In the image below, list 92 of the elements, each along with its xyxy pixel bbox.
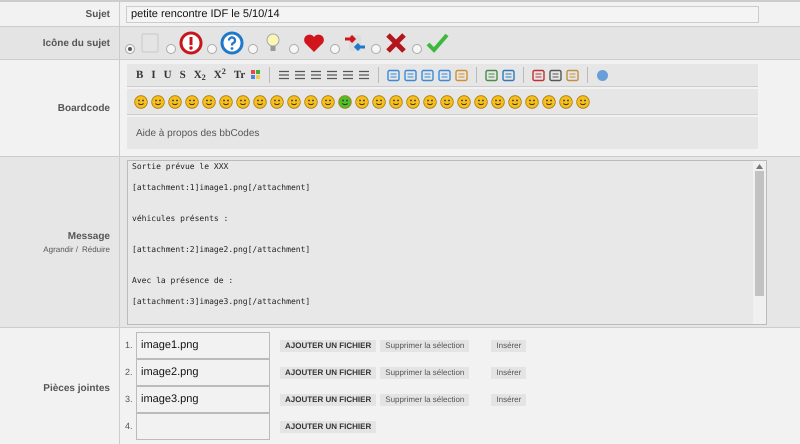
radio-button[interactable] [412, 44, 422, 54]
format-button[interactable]: U [162, 66, 174, 84]
remove-selection-button[interactable]: Supprimer la sélection [380, 340, 470, 352]
row-number: 2. [125, 366, 134, 379]
question-icon [220, 31, 244, 55]
smiley-icon[interactable] [219, 94, 233, 108]
field-label: Sujet [86, 8, 110, 22]
format-button[interactable]: B [134, 66, 146, 84]
smiley-icon[interactable] [151, 94, 165, 108]
list-icon[interactable] [294, 69, 306, 81]
subject-field[interactable]: petite rencontre IDF le 5/10/14 [126, 6, 759, 22]
remove-selection-button[interactable]: Supprimer la sélection [380, 394, 470, 406]
row-number: 3. [125, 392, 134, 406]
field-label: Pièces jointes [43, 382, 110, 396]
format-button[interactable]: X$^{2}$ [212, 66, 228, 84]
smiley-icon[interactable] [440, 94, 454, 108]
radio-button[interactable] [248, 44, 258, 54]
radio-button[interactable] [330, 44, 340, 54]
smiley-icon[interactable] [168, 94, 182, 108]
smiley-icon[interactable] [474, 94, 488, 108]
radio-button[interactable] [289, 44, 299, 54]
field-label: Message [68, 230, 110, 244]
message-text: Sortie prévue le XXX [attachment:1]image1.png[/attachment] véhicules présents : [attachment:2]image2.png[/attachment] Avec la présence de : [attachment:3]image3.png[/attachment] [131, 161, 312, 308]
smiley-icon[interactable] [338, 94, 352, 108]
field-label: Icône du sujet [42, 36, 110, 50]
toolbar-icon[interactable] [532, 68, 546, 82]
smiley-icon[interactable] [525, 94, 539, 108]
smiley-icon[interactable] [406, 94, 420, 108]
smiley-icon[interactable] [389, 94, 403, 108]
list-icon[interactable] [310, 69, 322, 81]
list-icon[interactable] [326, 69, 338, 81]
smiley-icon[interactable] [559, 94, 573, 108]
filename-field[interactable]: image1.png [136, 332, 270, 359]
scroll-up-arrow-icon[interactable] [756, 164, 763, 169]
toolbar-icon[interactable] [502, 68, 516, 82]
scrollbar[interactable] [753, 161, 766, 324]
toolbar-icon[interactable] [387, 68, 400, 82]
toolbar-icon[interactable] [485, 68, 498, 82]
smiley-icon[interactable] [423, 94, 437, 108]
check-icon [425, 31, 449, 55]
list-icon[interactable] [358, 69, 370, 81]
cross-icon [384, 31, 408, 55]
add-file-button[interactable]: AJOUTER UN FICHIER [280, 394, 376, 406]
reduce-link[interactable]: Réduire [82, 244, 110, 256]
filename-field[interactable]: image2.png [136, 359, 270, 386]
smiley-icon[interactable] [542, 94, 556, 108]
smiley-icon[interactable] [508, 94, 522, 108]
smiley-icon[interactable] [304, 94, 318, 108]
smiley-icon[interactable] [321, 94, 335, 108]
help-link[interactable]: Aide à propos des bbCodes [136, 126, 260, 140]
insert-button[interactable]: Insérer [491, 366, 526, 378]
radio-button[interactable] [207, 44, 217, 54]
exclamation-icon [179, 31, 203, 55]
format-button[interactable]: I [149, 66, 158, 84]
radio-button[interactable] [371, 44, 381, 54]
smiley-icon[interactable] [202, 94, 216, 108]
smiley-icon[interactable] [491, 94, 505, 108]
remove-selection-button[interactable]: Supprimer la sélection [380, 366, 470, 378]
add-file-button[interactable]: AJOUTER UN FICHIER [280, 340, 376, 352]
toolbar-icon[interactable] [421, 68, 434, 82]
insert-button[interactable]: Insérer [491, 340, 526, 352]
toolbar-icon[interactable] [438, 68, 452, 82]
list-icon[interactable] [342, 69, 354, 81]
enlarge-link[interactable]: Agrandir / [43, 244, 78, 256]
format-button[interactable]: Tr [232, 66, 248, 84]
list-icon[interactable] [278, 69, 290, 81]
smiley-icon[interactable] [372, 94, 386, 108]
smiley-icon[interactable] [287, 94, 301, 108]
radio-button[interactable] [125, 44, 135, 54]
insert-button[interactable]: Insérer [491, 394, 526, 406]
format-button[interactable]: S [178, 66, 188, 84]
smiley-icon[interactable] [457, 94, 471, 108]
format-button[interactable]: X$_{2}$ [192, 66, 208, 84]
smiley-icon[interactable] [236, 94, 250, 108]
filename-field[interactable] [136, 413, 270, 440]
row-number: 1. [125, 338, 134, 352]
toolbar-icon[interactable] [404, 68, 418, 82]
smiley-icon[interactable] [185, 94, 199, 108]
add-file-button[interactable]: AJOUTER UN FICHIER [280, 420, 376, 432]
smiley-icon[interactable] [355, 94, 369, 108]
smiley-icon[interactable] [270, 94, 284, 108]
smiley-icon[interactable] [134, 94, 148, 108]
filename-field[interactable]: image3.png [136, 386, 270, 413]
field-label: Boardcode [58, 102, 110, 116]
toolbar-icon[interactable] [549, 68, 562, 82]
add-file-button[interactable]: AJOUTER UN FICHIER [280, 366, 376, 378]
smiley-icon[interactable] [576, 94, 590, 108]
smiley-icon[interactable] [253, 94, 267, 108]
row-number: 4. [125, 420, 134, 433]
color-grid-icon[interactable] [251, 70, 262, 80]
radio-button[interactable] [166, 44, 176, 54]
message-field[interactable]: Sortie prévue le XXX [attachment:1]image1.png[/attachment] véhicules présents : [attachment:2]image2.png[/attachment] Avec la présence de : [attachment:3]image3.png[/attachment] [127, 160, 767, 325]
